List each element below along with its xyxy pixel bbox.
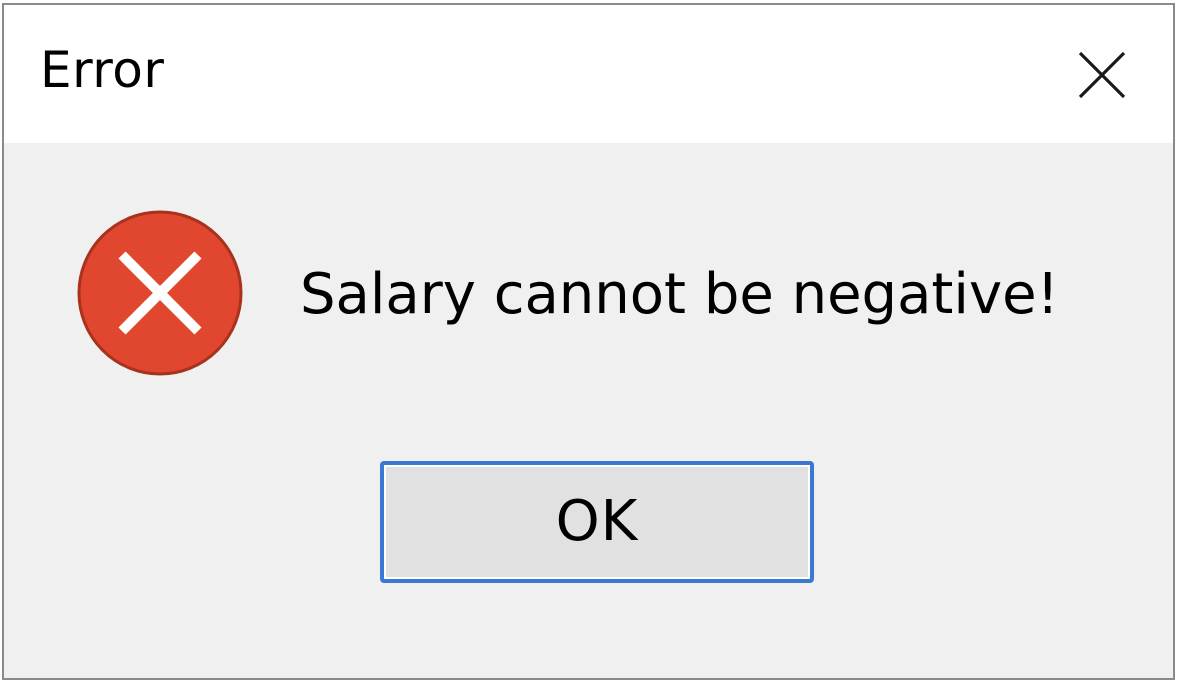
dialog-title: Error	[40, 41, 165, 99]
title-bar: Error	[4, 5, 1173, 143]
error-dialog: Error Salary cannot be negative! OK	[2, 3, 1175, 680]
close-icon	[1078, 51, 1126, 99]
dialog-body: Salary cannot be negative! OK	[4, 143, 1173, 678]
error-message: Salary cannot be negative!	[300, 262, 1059, 327]
error-icon	[77, 210, 243, 376]
ok-button[interactable]: OK	[380, 461, 814, 583]
ok-button-label: OK	[555, 489, 639, 554]
close-button[interactable]	[1056, 35, 1148, 115]
